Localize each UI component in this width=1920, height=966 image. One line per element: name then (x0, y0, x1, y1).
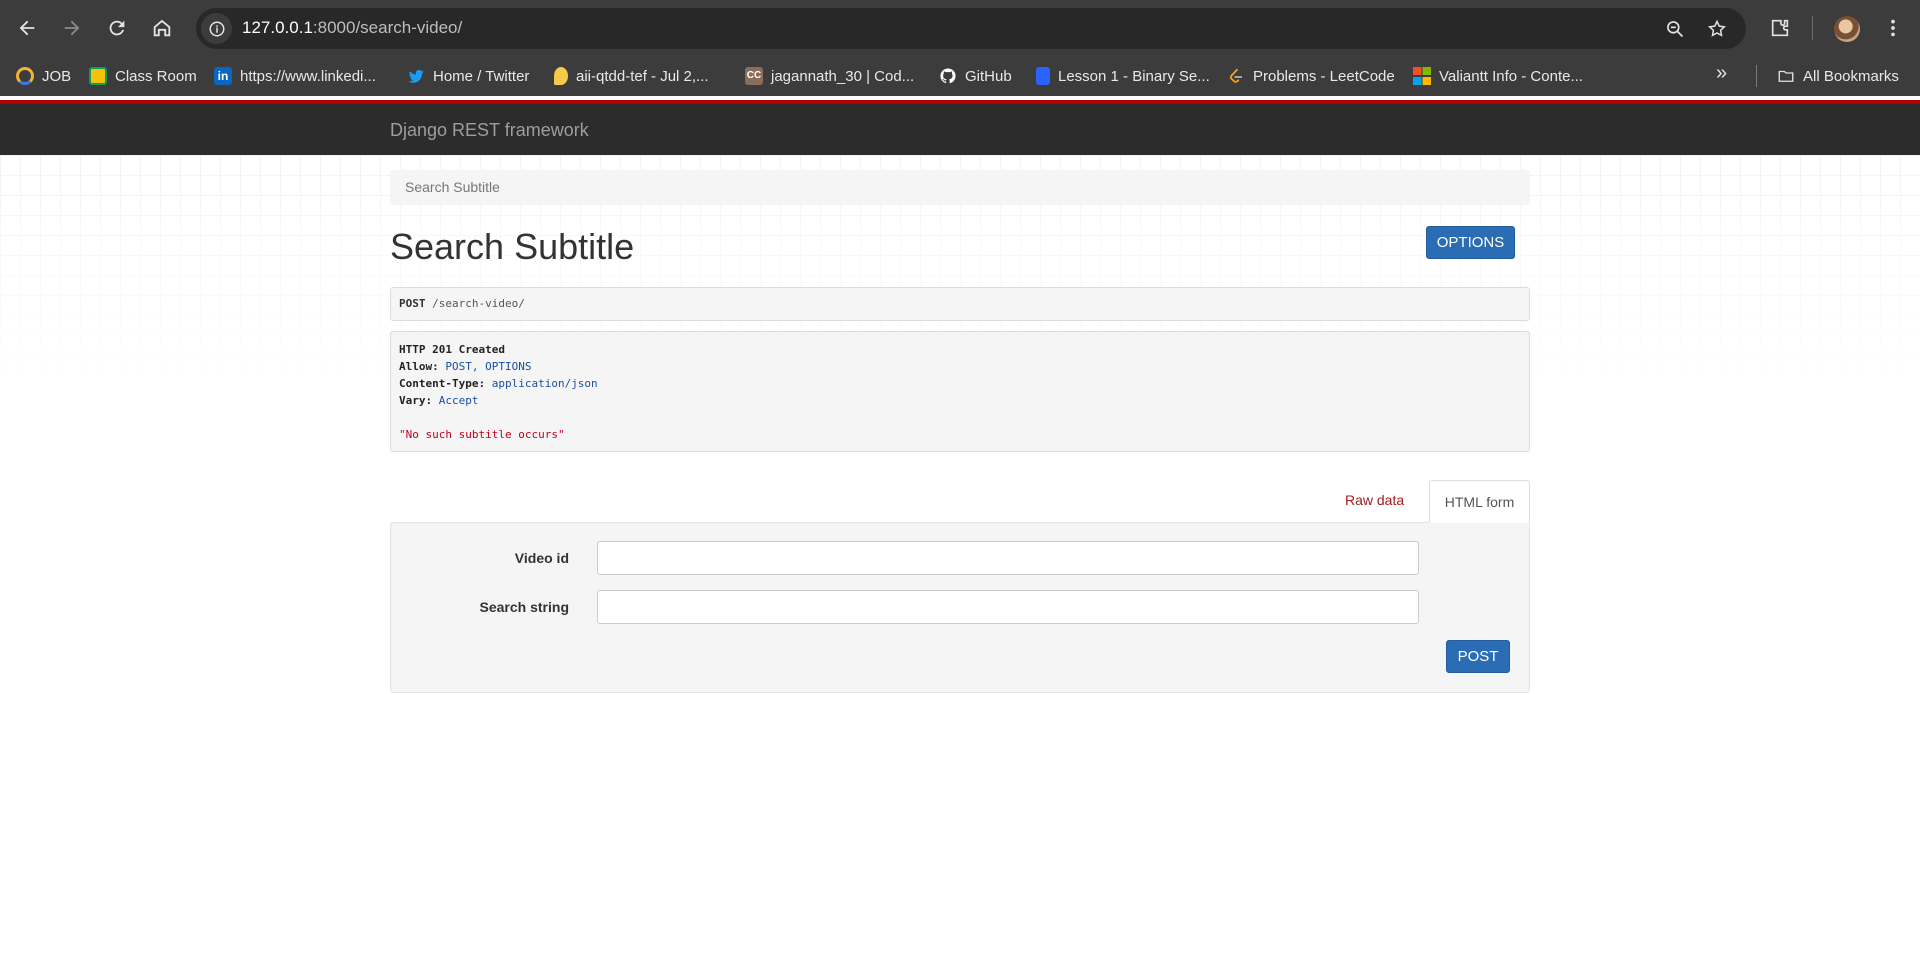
home-icon (153, 19, 171, 37)
bookmark-label: https://www.linkedi... (240, 67, 376, 85)
arrow-right-icon (64, 20, 80, 36)
zoom-icon[interactable] (1663, 17, 1687, 41)
bookmark-label: Home / Twitter (433, 67, 530, 85)
leetcode-icon (1229, 68, 1242, 83)
codility-icon (1036, 67, 1050, 85)
bookmark-label: Class Room (115, 67, 197, 85)
header-value: application/json (491, 377, 598, 390)
response-body: "No such subtitle occurs" (399, 428, 565, 441)
codechef-icon: CC (745, 67, 763, 85)
header-key: Content-Type: (399, 377, 486, 390)
microsoft-icon (1413, 67, 1431, 85)
menu-button[interactable] (1875, 10, 1911, 46)
bookmark-codility[interactable]: Lesson 1 - Binary Se... (1036, 65, 1210, 87)
profile-avatar[interactable] (1834, 16, 1860, 42)
back-button[interactable] (9, 10, 45, 46)
bookmark-label: Valiantt Info - Conte... (1439, 67, 1583, 85)
bookmark-github[interactable]: GitHub (939, 65, 1012, 87)
header-key: Allow: (399, 360, 439, 373)
tab-raw-data[interactable]: Raw data (1345, 492, 1404, 508)
url-text: 127.0.0.1:8000/search-video/ (242, 18, 462, 38)
search-string-input[interactable] (597, 590, 1419, 624)
address-bar[interactable]: 127.0.0.1:8000/search-video/ (196, 8, 1746, 49)
breadcrumb-item-active: Search Subtitle (405, 179, 500, 195)
bookmark-class-room[interactable]: Class Room (89, 65, 197, 87)
bookmark-meet[interactable]: aii-qtdd-tef - Jul 2,... (554, 65, 709, 87)
bookmark-job[interactable]: JOB (16, 65, 71, 87)
twitter-icon (408, 69, 424, 83)
site-info-icon[interactable] (201, 13, 232, 44)
header-value: Accept (438, 394, 479, 407)
classroom-icon (89, 67, 107, 85)
bookmark-label: aii-qtdd-tef - Jul 2,... (576, 67, 709, 85)
toolbar-divider (1812, 16, 1813, 40)
bookmark-linkedin[interactable]: in https://www.linkedi... (214, 65, 376, 87)
tab-html-form[interactable]: HTML form (1429, 480, 1530, 523)
search-string-label: Search string (479, 599, 569, 615)
bookmark-leetcode[interactable]: Problems - LeetCode (1227, 65, 1395, 87)
folder-icon (1778, 70, 1794, 82)
request-info: POST /search-video/ (390, 287, 1530, 321)
header-value: POST, OPTIONS (445, 360, 532, 373)
bookmark-star-icon[interactable] (1705, 17, 1729, 41)
bookmark-twitter[interactable]: Home / Twitter (407, 65, 529, 87)
request-method: POST (399, 297, 426, 310)
arrow-left-icon (19, 20, 35, 36)
bookmark-label: Lesson 1 - Binary Se... (1058, 67, 1210, 85)
browser-toolbar: 127.0.0.1:8000/search-video/ (0, 0, 1920, 56)
post-button[interactable]: POST (1446, 640, 1510, 673)
bookmark-label: jagannath_30 | Cod... (771, 67, 915, 85)
puzzle-icon (1771, 19, 1789, 37)
forward-button[interactable] (54, 10, 90, 46)
video-id-input[interactable] (597, 541, 1419, 575)
reload-button[interactable] (99, 10, 135, 46)
extensions-button[interactable] (1762, 10, 1798, 46)
bookmarks-bar: JOB Class Room in https://www.linkedi...… (0, 56, 1920, 96)
options-button[interactable]: OPTIONS (1426, 226, 1515, 259)
breadcrumb: Search Subtitle (390, 170, 1530, 205)
bookmark-label: JOB (42, 67, 72, 85)
drf-navbar: Django REST framework (0, 104, 1920, 155)
headset-icon (16, 67, 34, 85)
request-path: /search-video/ (432, 297, 525, 310)
bookmark-codechef[interactable]: CC jagannath_30 | Cod... (745, 65, 914, 87)
all-bookmarks-button[interactable]: All Bookmarks (1777, 65, 1899, 87)
bookmark-valiantt[interactable]: Valiantt Info - Conte... (1413, 65, 1583, 87)
bookmarks-divider (1756, 65, 1757, 87)
url-path: :8000/search-video/ (312, 18, 463, 37)
more-bookmarks-icon[interactable]: » (1716, 62, 1727, 85)
response-status: HTTP 201 Created (399, 343, 505, 356)
page-title: Search Subtitle (390, 226, 635, 267)
navbar-brand[interactable]: Django REST framework (390, 120, 589, 141)
bookmark-label: Problems - LeetCode (1253, 67, 1395, 85)
reload-icon (109, 20, 125, 36)
linkedin-icon: in (214, 67, 232, 85)
bookmark-label: GitHub (965, 67, 1012, 85)
kebab-menu-icon (1891, 19, 1895, 37)
meet-icon (554, 67, 568, 85)
response-info: HTTP 201 Created Allow: POST, OPTIONS Co… (390, 331, 1530, 452)
header-key: Vary: (399, 394, 433, 407)
github-icon (940, 68, 956, 84)
video-id-label: Video id (514, 550, 569, 566)
home-button[interactable] (144, 10, 180, 46)
all-bookmarks-label: All Bookmarks (1803, 67, 1899, 85)
url-host: 127.0.0.1 (242, 18, 313, 37)
